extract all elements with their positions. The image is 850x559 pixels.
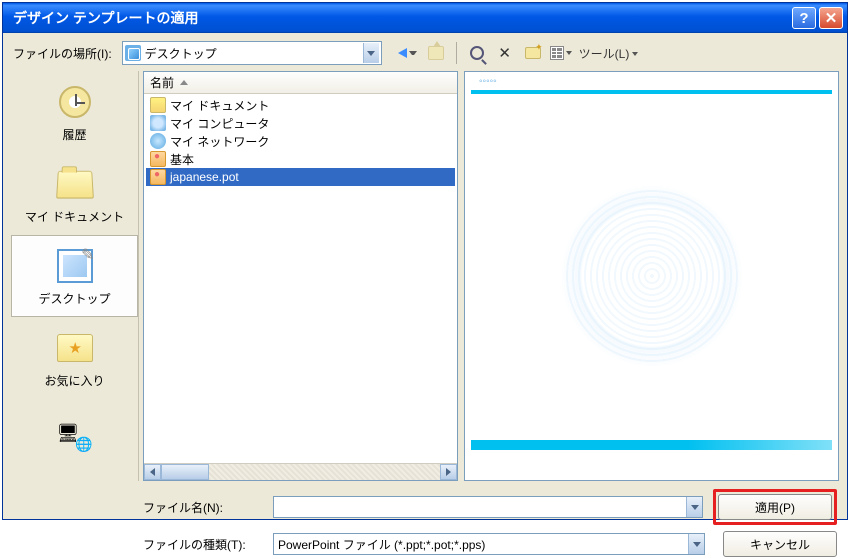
bottom-controls: ファイル名(N): 適用(P) ファイルの種類(T): PowerPoint フ… [9,481,841,559]
folder-up-icon [428,46,444,60]
preview-pane: ◦◦◦◦◦ [464,71,839,481]
places-item-desktop[interactable]: デスクトップ [11,235,138,317]
sort-ascending-icon [180,80,188,85]
close-icon: ✕ [825,9,838,27]
main-area: 履歴マイ ドキュメントデスクトップお気に入り 名前 マイ ドキュメントマイ コン… [9,71,841,481]
help-button[interactable]: ? [792,7,816,29]
cancel-button[interactable]: キャンセル [723,531,837,557]
netplaces-icon [57,423,93,453]
dialog-title: デザイン テンプレートの適用 [7,8,789,28]
chevron-down-icon [409,51,417,55]
titlebar: デザイン テンプレートの適用 ? ✕ [3,3,847,33]
file-list: 名前 マイ ドキュメントマイ コンピュータマイ ネットワーク基本 japanese… [143,71,458,481]
places-item-fav[interactable]: お気に入り [11,317,138,399]
chevron-down-icon [564,51,572,55]
horizontal-scrollbar[interactable] [144,463,457,480]
delete-button[interactable]: ✕ [493,41,517,65]
file-area: 名前 マイ ドキュメントマイ コンピュータマイ ネットワーク基本 japanese… [143,71,839,481]
chevron-down-icon [629,47,638,61]
folder-icon [150,97,166,113]
filetype-combo[interactable]: PowerPoint ファイル (*.ppt;*.pot;*.pps) [273,533,705,555]
file-label: マイ ドキュメント [170,97,269,114]
close-button[interactable]: ✕ [819,7,843,29]
filetype-value: PowerPoint ファイル (*.ppt;*.pot;*.pps) [274,536,688,553]
file-row[interactable]: マイ ドキュメント [146,96,455,114]
mydocs-icon [56,170,94,198]
file-row[interactable]: 基本 [146,150,455,168]
places-item-label: マイ ドキュメント [25,208,124,225]
delete-icon: ✕ [498,44,511,62]
preview-bottom-bar [471,440,832,450]
lookin-label: ファイルの場所(I): [13,45,116,62]
desktop-icon [125,45,141,61]
views-button[interactable] [549,41,573,65]
dialog-content: ファイルの場所(I): デスクトップ ✕ ツール(L) 履歴マイ ドキュメントデ… [3,33,847,519]
search-icon [470,46,484,60]
netp-icon [150,133,166,149]
back-button[interactable] [396,41,420,65]
file-row[interactable]: マイ コンピュータ [146,114,455,132]
filename-label: ファイル名(N): [143,499,263,516]
apply-button[interactable]: 適用(P) [718,494,832,520]
scroll-thumb[interactable] [161,464,209,480]
tools-menu-button[interactable]: ツール(L) [577,45,641,62]
lookin-row: ファイルの場所(I): デスクトップ ✕ ツール(L) [9,39,841,71]
file-label: 基本 [170,151,194,168]
scroll-right-button[interactable] [440,464,457,480]
column-header-name[interactable]: 名前 [144,72,457,94]
places-bar: 履歴マイ ドキュメントデスクトップお気に入り [11,71,139,481]
preview-header-decor: ◦◦◦◦◦ [479,76,497,87]
dropdown-arrow-icon[interactable] [688,534,704,554]
file-label: マイ コンピュータ [170,115,269,132]
mycomp-icon [150,115,166,131]
new-folder-button[interactable] [521,41,545,65]
separator [456,42,457,64]
filename-row: ファイル名(N): 適用(P) [13,489,837,525]
places-item-label: 履歴 [62,126,86,143]
preview-top-bar [471,90,832,94]
list-body[interactable]: マイ ドキュメントマイ コンピュータマイ ネットワーク基本 japanese.po… [144,94,457,463]
places-item-netplaces[interactable] [11,399,138,481]
places-item-label: デスクトップ [38,290,110,307]
dropdown-arrow-icon[interactable] [686,497,702,517]
places-item-history[interactable]: 履歴 [11,71,138,153]
back-icon [398,48,407,58]
dialog-window: デザイン テンプレートの適用 ? ✕ ファイルの場所(I): デスクトップ ✕ … [2,2,848,520]
history-icon [59,86,91,118]
views-icon [550,46,564,60]
toolbar: ✕ ツール(L) [396,41,641,65]
search-button[interactable] [465,41,489,65]
file-row[interactable]: japanese.pot [146,168,455,186]
desktop-icon [57,249,93,283]
places-item-label: お気に入り [44,372,104,389]
highlight-annotation: 適用(P) [713,489,837,525]
tmpl-icon [150,169,166,185]
dropdown-arrow-icon[interactable] [363,43,379,63]
scroll-left-button[interactable] [144,464,161,480]
lookin-value: デスクトップ [145,45,363,62]
scroll-track[interactable] [161,464,440,480]
file-label: マイ ネットワーク [170,133,269,150]
new-folder-icon [525,47,541,59]
preview-watermark [562,186,742,366]
filename-combo[interactable] [273,496,703,518]
fav-icon [57,334,93,362]
filetype-row: ファイルの種類(T): PowerPoint ファイル (*.ppt;*.pot… [13,531,837,557]
filename-input[interactable] [274,500,686,514]
tmpl-icon [150,151,166,167]
lookin-combo[interactable]: デスクトップ [122,41,382,65]
places-item-mydocs[interactable]: マイ ドキュメント [11,153,138,235]
file-row[interactable]: マイ ネットワーク [146,132,455,150]
up-one-level-button[interactable] [424,41,448,65]
file-label: japanese.pot [170,170,239,184]
filetype-label: ファイルの種類(T): [143,536,263,553]
